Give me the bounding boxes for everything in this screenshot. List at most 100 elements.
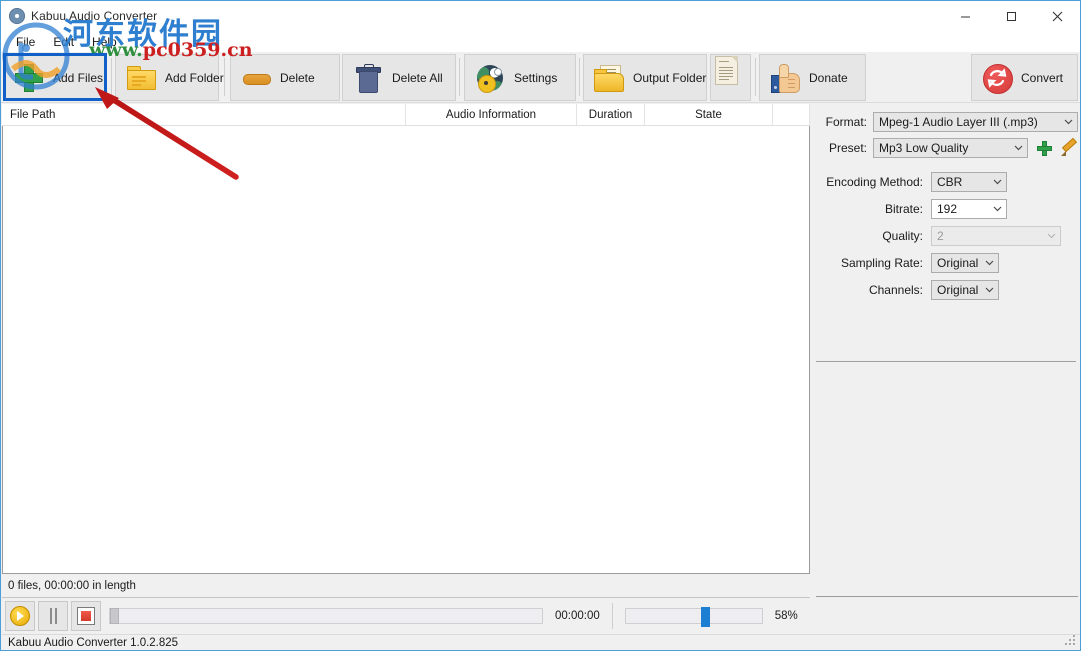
preset-label: Preset:: [819, 141, 867, 155]
toolbar-button-log[interactable]: [710, 54, 751, 101]
channels-row: Channels: Original: [819, 280, 999, 300]
column-header-audio-information[interactable]: Audio Information: [406, 104, 577, 126]
toolbar-button-settings[interactable]: Settings: [464, 54, 576, 101]
quality-label: Quality:: [819, 229, 923, 243]
format-row: Format: Mpeg-1 Audio Layer III (.mp3): [819, 112, 1078, 132]
stop-icon: [77, 607, 95, 625]
toolbar-button-delete-all[interactable]: Delete All: [342, 54, 456, 101]
column-header-duration[interactable]: Duration: [577, 104, 645, 126]
format-value: Mpeg-1 Audio Layer III (.mp3): [879, 115, 1060, 129]
toolbar-separator: [111, 58, 112, 96]
toolbar-button-delete[interactable]: Delete: [230, 54, 340, 101]
sampling-rate-row: Sampling Rate: Original: [819, 253, 999, 273]
toolbar-label-delete-all: Delete All: [392, 71, 443, 85]
add-preset-button[interactable]: [1034, 138, 1054, 158]
format-label: Format:: [819, 115, 867, 129]
chevron-down-icon: [1043, 227, 1060, 245]
menu-item-help[interactable]: Help: [83, 33, 126, 51]
status-bar-text: Kabuu Audio Converter 1.0.2.825: [8, 637, 178, 649]
pause-icon: [50, 608, 57, 624]
column-header-state[interactable]: State: [645, 104, 773, 126]
menu-bar: File Edit Help: [1, 31, 1080, 52]
player-separator: [612, 603, 613, 629]
quality-select: 2: [931, 226, 1061, 246]
globe-gear-icon: [475, 63, 505, 93]
bitrate-row: Bitrate: 192: [819, 199, 1007, 219]
column-header-file-path[interactable]: File Path: [2, 104, 406, 126]
toolbar-button-output-folder[interactable]: Output Folder: [583, 54, 707, 101]
open-folder-icon: [594, 63, 624, 93]
bitrate-value: 192: [937, 202, 989, 216]
chevron-down-icon: [981, 254, 998, 272]
settings-panel: Format: Mpeg-1 Audio Layer III (.mp3) Pr…: [813, 104, 1080, 634]
toolbar-button-add-files[interactable]: Add Files: [3, 54, 107, 101]
channels-label: Channels:: [819, 283, 923, 297]
toolbar: Add Files Add Folder Delete Delete All: [1, 52, 1080, 103]
panel-divider-top: [816, 361, 1076, 362]
column-header-spacer: [773, 104, 810, 126]
file-list-header: File Path Audio Information Duration Sta…: [2, 104, 810, 126]
toolbar-label-output-folder: Output Folder: [633, 71, 706, 85]
seek-slider[interactable]: [109, 608, 543, 624]
close-button[interactable]: [1034, 1, 1080, 31]
menu-item-file[interactable]: File: [7, 33, 44, 51]
app-window: Kabuu Audio Converter File Edit Help Add…: [0, 0, 1081, 651]
window-title: Kabuu Audio Converter: [31, 9, 157, 23]
player-bar: 00:00:00 58%: [2, 597, 810, 633]
chevron-down-icon: [1060, 113, 1077, 131]
log-page-icon: [715, 56, 738, 85]
toolbar-label-add-files: Add Files: [53, 71, 103, 85]
encoding-method-label: Encoding Method:: [819, 175, 923, 189]
title-bar: Kabuu Audio Converter: [1, 1, 1080, 31]
pause-button[interactable]: [38, 601, 68, 631]
chevron-down-icon: [989, 200, 1006, 218]
edit-preset-button[interactable]: [1058, 138, 1078, 158]
quality-row: Quality: 2: [819, 226, 1061, 246]
bitrate-select[interactable]: 192: [931, 199, 1007, 219]
seek-slider-thumb[interactable]: [110, 608, 119, 624]
toolbar-separator: [579, 58, 580, 96]
toolbar-button-donate[interactable]: Donate: [759, 54, 866, 101]
sampling-rate-value: Original: [937, 256, 981, 270]
toolbar-label-donate: Donate: [809, 71, 848, 85]
toolbar-separator: [459, 58, 460, 96]
volume-slider[interactable]: [625, 608, 763, 624]
playback-time: 00:00:00: [555, 610, 600, 622]
sampling-rate-label: Sampling Rate:: [819, 256, 923, 270]
toolbar-label-delete: Delete: [280, 71, 315, 85]
toolbar-label-add-folder: Add Folder: [165, 71, 224, 85]
volume-label: 58%: [775, 610, 798, 622]
panel-divider-bottom: [816, 596, 1078, 597]
encoding-method-value: CBR: [937, 175, 989, 189]
chevron-down-icon: [981, 281, 998, 299]
convert-arrows-icon: [982, 63, 1012, 93]
sampling-rate-select[interactable]: Original: [931, 253, 999, 273]
format-select[interactable]: Mpeg-1 Audio Layer III (.mp3): [873, 112, 1078, 132]
toolbar-button-convert[interactable]: Convert: [971, 54, 1078, 101]
toolbar-button-add-folder[interactable]: Add Folder: [115, 54, 219, 101]
channels-value: Original: [937, 283, 981, 297]
maximize-button[interactable]: [988, 1, 1034, 31]
toolbar-label-convert: Convert: [1021, 71, 1063, 85]
toolbar-separator: [755, 58, 756, 96]
file-list[interactable]: [2, 126, 810, 574]
thumbs-up-icon: [770, 63, 800, 93]
encoding-method-select[interactable]: CBR: [931, 172, 1007, 192]
toolbar-separator: [224, 58, 225, 96]
stop-button[interactable]: [71, 601, 101, 631]
orange-bar-icon: [241, 63, 271, 93]
resize-grip[interactable]: [1065, 635, 1077, 647]
chevron-down-icon: [1010, 139, 1027, 157]
window-controls: [942, 1, 1080, 31]
green-plus-icon: [14, 63, 44, 93]
quality-value: 2: [937, 229, 1043, 243]
minimize-button[interactable]: [942, 1, 988, 31]
preset-select[interactable]: Mp3 Low Quality: [873, 138, 1028, 158]
menu-item-edit[interactable]: Edit: [44, 33, 83, 51]
volume-slider-thumb[interactable]: [701, 607, 710, 627]
channels-select[interactable]: Original: [931, 280, 999, 300]
preset-value: Mp3 Low Quality: [879, 141, 1010, 155]
bitrate-label: Bitrate:: [819, 202, 923, 216]
play-button[interactable]: [5, 601, 35, 631]
yellow-folder-icon: [126, 63, 156, 93]
